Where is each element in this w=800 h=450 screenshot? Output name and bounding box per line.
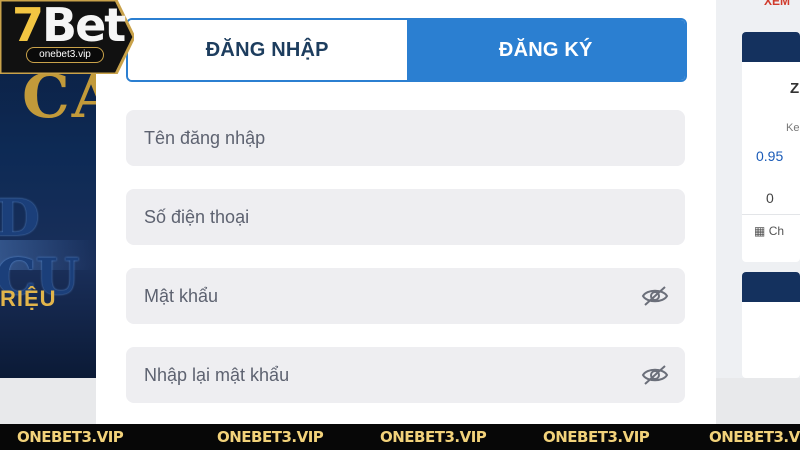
watermark-text: ONEBET3.VIP: [217, 428, 324, 446]
match-card-sub: Ke: [786, 122, 800, 134]
odds-zero: 0: [766, 190, 774, 206]
brand-logo[interactable]: 7Bet onebet3.vip: [0, 0, 134, 74]
password-field[interactable]: [126, 268, 685, 324]
view-more-link[interactable]: XEM: [764, 0, 790, 8]
logo-mark: 7: [12, 0, 44, 52]
watermark-text: ONEBET3.VIP: [380, 428, 487, 446]
match-card-label: Z: [790, 80, 800, 97]
logo-word: Bet: [42, 0, 126, 52]
search-list-icon: ▦: [754, 224, 766, 238]
match-card-2-header: [742, 272, 800, 302]
auth-tabs: ĐĂNG NHẬP ĐĂNG KÝ: [126, 18, 687, 82]
register-modal: ĐĂNG NHẬP ĐĂNG KÝ: [96, 0, 716, 424]
phone-input[interactable]: [126, 189, 685, 245]
tab-login[interactable]: ĐĂNG NHẬP: [128, 20, 407, 80]
match-detail-link[interactable]: ▦ Ch: [754, 224, 784, 238]
username-input[interactable]: [126, 110, 685, 166]
match-card-2[interactable]: [742, 272, 800, 378]
match-card[interactable]: Z Ke 0.95 0 ▦ Ch: [742, 32, 800, 262]
logo-text: 7Bet: [12, 0, 126, 52]
confirm-password-input[interactable]: [126, 347, 685, 403]
card-divider: [742, 214, 800, 215]
match-detail-label: Ch: [768, 224, 785, 238]
background-odds-panel: XEM Z Ke 0.95 0 ▦ Ch: [716, 0, 800, 378]
eye-slash-icon[interactable]: [641, 284, 669, 308]
watermark-text: ONEBET3.VIP: [709, 428, 800, 446]
tab-register[interactable]: ĐĂNG KÝ: [406, 20, 685, 80]
banner-prize-text: RIỆU: [0, 286, 57, 311]
match-card-header: [742, 32, 800, 62]
confirm-password-field[interactable]: [126, 347, 685, 403]
username-field[interactable]: [126, 110, 685, 166]
odds-value[interactable]: 0.95: [756, 148, 783, 164]
watermark-text: ONEBET3.VIP: [17, 428, 124, 446]
password-input[interactable]: [126, 268, 685, 324]
watermark-strip: ONEBET3.VIP ONEBET3.VIP ONEBET3.VIP ONEB…: [0, 424, 800, 450]
logo-url: onebet3.vip: [26, 47, 104, 63]
watermark-text: ONEBET3.VIP: [543, 428, 650, 446]
eye-slash-icon[interactable]: [641, 363, 669, 387]
phone-field[interactable]: [126, 189, 685, 245]
